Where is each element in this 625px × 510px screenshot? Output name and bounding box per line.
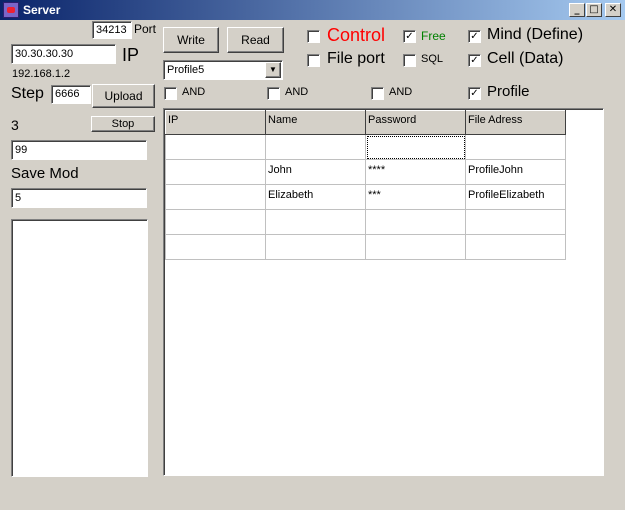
profile-label: Profile xyxy=(487,83,530,100)
maximize-button[interactable]: □ xyxy=(586,3,602,17)
mind-label: Mind (Define) xyxy=(487,26,584,43)
grid-cell[interactable]: Elizabeth xyxy=(265,184,366,210)
column-header-file-adress[interactable]: File Adress xyxy=(465,110,566,135)
title-bar: Server _ □ ✕ xyxy=(0,0,625,20)
grid-cell[interactable] xyxy=(265,234,366,260)
step-input[interactable]: 6666 xyxy=(51,85,91,104)
close-button[interactable]: ✕ xyxy=(605,3,621,17)
mind-checkbox[interactable]: ✓ xyxy=(468,30,481,43)
sql-checkbox[interactable] xyxy=(403,54,416,67)
save-mod-input[interactable]: 5 xyxy=(11,188,147,208)
upload-button[interactable]: Upload xyxy=(92,84,155,108)
free-label: Free xyxy=(421,29,446,43)
grid-cell[interactable]: **** xyxy=(365,159,466,185)
grid-cell[interactable] xyxy=(265,134,366,160)
control-checkbox[interactable] xyxy=(307,30,320,43)
grid-cell[interactable]: John xyxy=(265,159,366,185)
table-row[interactable]: Elizabeth *** ProfileElizabeth xyxy=(165,184,566,210)
port-label: Port xyxy=(134,22,157,36)
grid-cell[interactable] xyxy=(365,209,466,235)
grid-cell[interactable] xyxy=(465,134,566,160)
table-row[interactable] xyxy=(165,209,566,235)
grid-cell[interactable] xyxy=(265,209,366,235)
cell-label: Cell (Data) xyxy=(487,50,564,67)
value-input[interactable]: 99 xyxy=(11,140,147,160)
and-checkbox-3[interactable] xyxy=(371,87,384,100)
grid-header-row: IP Name Password File Adress xyxy=(165,110,566,135)
control-label: Control xyxy=(327,25,386,45)
and-label-2: AND xyxy=(285,86,309,98)
file-port-checkbox[interactable] xyxy=(307,54,320,67)
sql-label: SQL xyxy=(421,53,444,65)
and-label-3: AND xyxy=(389,86,413,98)
log-listbox[interactable] xyxy=(11,219,148,477)
file-port-label: File port xyxy=(327,50,385,67)
grid-cell[interactable]: ProfileJohn xyxy=(465,159,566,185)
chevron-down-icon[interactable]: ▼ xyxy=(265,62,281,78)
step-label: Step xyxy=(11,85,44,102)
grid-cell[interactable] xyxy=(165,234,266,260)
grid-cell[interactable] xyxy=(365,234,466,260)
grid-cell[interactable] xyxy=(165,209,266,235)
save-mod-label: Save Mod xyxy=(11,165,79,182)
local-ip-text: 192.168.1.2 xyxy=(12,68,71,80)
cell-checkbox[interactable]: ✓ xyxy=(468,54,481,67)
and-label-1: AND xyxy=(182,86,206,98)
profile-checkbox[interactable]: ✓ xyxy=(468,87,481,100)
column-header-name[interactable]: Name xyxy=(265,110,366,135)
app-icon xyxy=(3,2,19,18)
grid-cell[interactable] xyxy=(165,184,266,210)
profile-grid[interactable]: IP Name Password File Adress John **** P… xyxy=(163,108,604,476)
grid-cell[interactable] xyxy=(465,234,566,260)
grid-cell[interactable] xyxy=(165,159,266,185)
and-checkbox-1[interactable] xyxy=(164,87,177,100)
profile-select-value: Profile5 xyxy=(167,64,205,76)
column-header-password[interactable]: Password xyxy=(365,110,466,135)
write-button[interactable]: Write xyxy=(163,27,219,53)
counter-text: 3 xyxy=(11,117,19,133)
column-header-ip[interactable]: IP xyxy=(165,110,266,135)
grid-cell[interactable]: *** xyxy=(365,184,466,210)
ip-input[interactable]: 30.30.30.30 xyxy=(11,44,116,64)
port-input[interactable]: 34213 xyxy=(92,21,132,39)
grid-cell[interactable] xyxy=(165,134,266,160)
stop-button[interactable]: Stop xyxy=(91,116,155,132)
profile-table: IP Name Password File Adress John **** P… xyxy=(165,110,566,260)
ip-label: IP xyxy=(122,45,140,65)
read-button[interactable]: Read xyxy=(227,27,284,53)
grid-cell[interactable]: ProfileElizabeth xyxy=(465,184,566,210)
table-row[interactable]: John **** ProfileJohn xyxy=(165,159,566,185)
and-checkbox-2[interactable] xyxy=(267,87,280,100)
window-title: Server xyxy=(23,3,61,17)
table-row[interactable] xyxy=(165,234,566,260)
minimize-button[interactable]: _ xyxy=(569,3,585,17)
grid-cell-focused[interactable] xyxy=(365,134,466,160)
free-checkbox[interactable]: ✓ xyxy=(403,30,416,43)
grid-cell[interactable] xyxy=(465,209,566,235)
table-row[interactable] xyxy=(165,134,566,160)
